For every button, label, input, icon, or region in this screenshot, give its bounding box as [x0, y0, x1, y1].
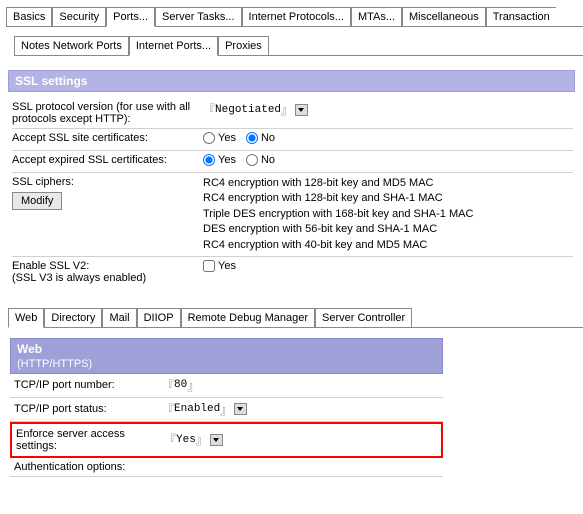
cipher-item: Triple DES encryption with 168-bit key a… [203, 207, 573, 222]
ssl-content: SSL protocol version (for use with all p… [12, 98, 573, 287]
lowertab-directory[interactable]: Directory [44, 308, 102, 327]
tab-transactions[interactable]: Transaction [486, 7, 556, 26]
web-header-sub: (HTTP/HTTPS) [17, 358, 92, 370]
cipher-item: DES encryption with 56-bit key and SHA-1… [203, 222, 573, 237]
tcpip-port-number-label: TCP/IP port number: [14, 379, 162, 391]
cipher-item: RC4 encryption with 128-bit key and SHA-… [203, 191, 573, 206]
enable-ssl-v2-checkbox[interactable]: Yes [203, 260, 236, 272]
enable-ssl-v2-label: Enable SSL V2: [12, 260, 197, 272]
enforce-access-value: Yes [176, 434, 196, 446]
enforce-access-highlight: Enforce server access settings: 『Yes』 [10, 422, 443, 458]
tab-miscellaneous[interactable]: Miscellaneous [402, 7, 486, 26]
expired-cert-no[interactable]: No [246, 154, 275, 166]
auth-options-label: Authentication options: [14, 461, 162, 473]
web-header-title: Web [17, 342, 42, 356]
tab-mtas[interactable]: MTAs... [351, 7, 402, 26]
ssl-protocol-field[interactable]: 『Negotiated』 [203, 101, 308, 118]
radio-label-no: No [261, 154, 275, 166]
expired-cert-yes[interactable]: Yes [203, 154, 236, 166]
subtab-internet-ports[interactable]: Internet Ports... [129, 36, 218, 56]
tab-internet-protocols[interactable]: Internet Protocols... [242, 7, 351, 26]
tab-server-tasks[interactable]: Server Tasks... [155, 7, 242, 26]
lower-tab-row: Web Directory Mail DIIOP Remote Debug Ma… [8, 307, 583, 328]
tab-security[interactable]: Security [52, 7, 106, 26]
enforce-access-label: Enforce server access settings: [16, 428, 164, 452]
cipher-item: RC4 encryption with 40-bit key and MD5 M… [203, 238, 573, 253]
lowertab-server-controller[interactable]: Server Controller [315, 308, 412, 327]
site-cert-yes[interactable]: Yes [203, 132, 236, 144]
tcpip-port-status-value: Enabled [174, 403, 220, 415]
web-rows-2: Authentication options: [10, 458, 443, 477]
cipher-item: RC4 encryption with 128-bit key and MD5 … [203, 176, 573, 191]
sub-tab-row: Notes Network Ports Internet Ports... Pr… [14, 35, 583, 56]
ssl-settings-header: SSL settings [8, 70, 575, 92]
tcpip-port-number-value: 80 [174, 379, 187, 391]
tcpip-port-status-label: TCP/IP port status: [14, 403, 162, 415]
subtab-proxies[interactable]: Proxies [218, 36, 269, 55]
site-cert-no[interactable]: No [246, 132, 275, 144]
radio-label-yes: Yes [218, 132, 236, 144]
ssl-protocol-value: Negotiated [215, 104, 281, 116]
top-tab-row: Basics Security Ports... Server Tasks...… [6, 6, 583, 27]
radio-label-no: No [261, 132, 275, 144]
modify-button[interactable]: Modify [12, 192, 62, 210]
web-rows: TCP/IP port number: 『80』 TCP/IP port sta… [10, 374, 443, 422]
lowertab-remote-debug-manager[interactable]: Remote Debug Manager [181, 308, 315, 327]
ssl-v3-note: (SSL V3 is always enabled) [12, 272, 197, 284]
dropdown-arrow-icon[interactable] [234, 403, 247, 415]
lowertab-web[interactable]: Web [8, 308, 44, 328]
tcpip-port-number-field[interactable]: 『80』 [162, 377, 199, 394]
tcpip-port-status-field[interactable]: 『Enabled』 [162, 401, 247, 418]
enforce-access-field[interactable]: 『Yes』 [164, 431, 223, 448]
ssl-protocol-label: SSL protocol version (for use with all p… [12, 101, 203, 125]
accept-site-cert-label: Accept SSL site certificates: [12, 132, 203, 144]
checkbox-label-yes: Yes [218, 260, 236, 272]
ssl-ciphers-label: SSL ciphers: [12, 176, 197, 188]
radio-label-yes: Yes [218, 154, 236, 166]
lowertab-diiop[interactable]: DIIOP [137, 308, 181, 327]
dropdown-arrow-icon[interactable] [295, 104, 308, 116]
tab-basics[interactable]: Basics [6, 7, 52, 26]
subtab-notes-network-ports[interactable]: Notes Network Ports [14, 36, 129, 55]
tab-ports[interactable]: Ports... [106, 7, 155, 27]
web-section-header: Web (HTTP/HTTPS) [10, 338, 443, 374]
lowertab-mail[interactable]: Mail [102, 308, 136, 327]
accept-expired-cert-label: Accept expired SSL certificates: [12, 154, 203, 166]
cipher-list: RC4 encryption with 128-bit key and MD5 … [203, 176, 573, 253]
dropdown-arrow-icon[interactable] [210, 434, 223, 446]
